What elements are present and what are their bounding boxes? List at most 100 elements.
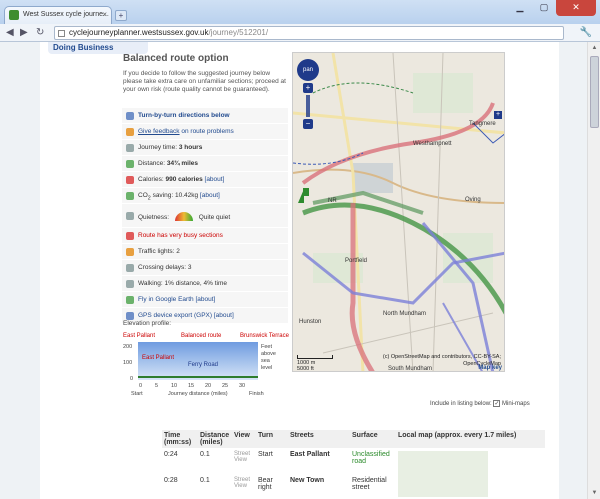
- heart-icon: [126, 176, 134, 184]
- elevation-y-unit: sea: [261, 358, 270, 364]
- crossing-delays-row: Crossing delays: 3: [122, 260, 288, 276]
- turn-by-turn-row[interactable]: Turn-by-turn directions below: [122, 108, 288, 124]
- clock-icon: [126, 144, 134, 152]
- busy-warning: Route has very busy sections: [138, 232, 223, 239]
- quietness-gauge-icon: [174, 212, 193, 221]
- crossing-delays: Crossing delays: 3: [138, 264, 192, 271]
- google-earth-link[interactable]: Fly in Google Earth: [138, 296, 194, 303]
- col-time: Time (mm:ss): [162, 430, 198, 449]
- scroll-up-icon[interactable]: ▲: [588, 42, 600, 54]
- elevation-chart: East Pallant Ferry Road: [138, 342, 258, 380]
- place-tangmere: Tangmere: [469, 121, 496, 127]
- co2-label: CO: [138, 192, 148, 199]
- co2-row: CO2 saving: 10.42kg [about]: [122, 188, 288, 204]
- local-mini-map-cell: [396, 448, 545, 499]
- globe-icon: [126, 296, 134, 304]
- site-favicon-icon: [9, 10, 19, 20]
- row-street: East Pallant: [288, 448, 350, 475]
- col-local-map: Local map (approx. every 1.7 miles): [396, 430, 545, 449]
- route-map[interactable]: pan + − + Westhampnett Tangmere Oving NR…: [292, 52, 505, 372]
- tab-close-icon[interactable]: ×: [102, 10, 107, 19]
- feedback-link[interactable]: Give feedback: [138, 128, 180, 135]
- mini-maps-checkbox[interactable]: ✓: [493, 400, 501, 407]
- place-portfield: Portfield: [345, 258, 368, 264]
- maximize-icon[interactable]: ▢: [532, 0, 556, 16]
- walking-icon: [126, 280, 134, 288]
- co2-icon: [126, 192, 134, 200]
- elevation-x-tick: 20: [205, 383, 212, 389]
- scrollbar-thumb[interactable]: [590, 56, 599, 128]
- journey-time: 3 hours: [178, 144, 203, 151]
- elevation-start: Start: [131, 391, 143, 397]
- map-credit-line1[interactable]: (c) OpenStreetMap and contributors, CC-B…: [383, 354, 501, 360]
- col-surface: Surface: [350, 430, 396, 449]
- map-zoom-in-button[interactable]: +: [303, 83, 313, 93]
- row-turn: Start: [256, 448, 288, 475]
- gps-about-link[interactable]: [about]: [214, 312, 234, 319]
- calories-label: Calories:: [138, 176, 166, 183]
- col-streets: Streets: [288, 430, 350, 449]
- feedback-row: Give feedback on route problems: [122, 124, 288, 140]
- page-icon: [58, 30, 65, 37]
- browser-titlebar: West Sussex cycle journe... × + ▁ ▢ ✕: [0, 0, 600, 24]
- feedback-icon: [126, 128, 134, 136]
- co2-about-link[interactable]: [about]: [200, 192, 220, 199]
- back-icon[interactable]: ◀: [6, 27, 14, 39]
- map-zoom-out-button[interactable]: −: [303, 119, 313, 129]
- google-earth-about-link[interactable]: [about]: [195, 296, 215, 303]
- elevation-finish: Finish: [249, 391, 264, 397]
- calories-row: Calories: 990 calories [about]: [122, 172, 288, 188]
- reload-icon[interactable]: ↻: [36, 27, 44, 39]
- route-title: Balanced route option: [123, 53, 229, 64]
- map-layer-switcher-button[interactable]: +: [494, 111, 502, 119]
- place-hunston: Hunston: [299, 319, 322, 325]
- distance-icon: [126, 160, 134, 168]
- scale-imperial: 5000 ft: [297, 366, 314, 372]
- map-key-link[interactable]: Map key: [478, 365, 502, 371]
- street-view-link[interactable]: Street View: [232, 473, 256, 499]
- street-view-link[interactable]: Street View: [232, 448, 256, 475]
- turn-by-turn-link[interactable]: Turn-by-turn directions below: [138, 112, 230, 119]
- elevation-label: Elevation profile:: [123, 320, 172, 327]
- elevation-x-axis-label: Journey distance (miles): [168, 391, 228, 397]
- minimize-icon[interactable]: ▁: [508, 0, 532, 16]
- elevation-inner-place: East Pallant: [142, 355, 175, 361]
- elevation-route-name: Balanced route: [181, 333, 222, 339]
- elevation-x-tick: 0: [139, 383, 143, 389]
- elevation-y-unit: Feet: [261, 344, 273, 350]
- place-chichester: NR: [328, 198, 337, 204]
- walking-row: Walking: 1% distance, 4% time: [122, 276, 288, 292]
- directions-table: Time (mm:ss) Distance (miles) View Turn …: [162, 430, 545, 499]
- gps-export-link[interactable]: GPS device export (GPX): [138, 312, 212, 319]
- journey-time-row: Journey time: 3 hours: [122, 140, 288, 156]
- elevation-x-tick: 10: [171, 383, 178, 389]
- browser-tab[interactable]: West Sussex cycle journe... ×: [4, 6, 112, 24]
- scale-bar: [297, 355, 333, 359]
- elevation-y-tick: 200: [123, 344, 133, 350]
- wrench-menu-icon[interactable]: 🔧: [580, 27, 592, 38]
- elevation-inner-road: Ferry Road: [188, 362, 219, 368]
- distance-label: Distance:: [138, 160, 167, 167]
- page-scrollbar[interactable]: ▲ ▼: [587, 42, 600, 499]
- elevation-y-tick: 0: [130, 376, 134, 382]
- row-distance: 0.1: [198, 448, 232, 475]
- window-close-icon[interactable]: ✕: [556, 0, 596, 16]
- address-bar[interactable]: cyclejourneyplanner.westsussex.gov.uk/jo…: [54, 26, 564, 40]
- co2-saving: saving: 10.42kg: [150, 192, 199, 199]
- place-westhampnett: Westhampnett: [413, 141, 452, 147]
- local-mini-map[interactable]: [398, 451, 488, 497]
- calories-about-link[interactable]: [about]: [205, 176, 225, 183]
- map-pan-control[interactable]: pan: [297, 59, 319, 81]
- map-canvas: [293, 53, 504, 371]
- map-zoom-slider[interactable]: [306, 95, 310, 117]
- place-north-mundham: North Mundham: [383, 311, 427, 317]
- traffic-lights: Traffic lights: 2: [138, 248, 180, 255]
- forward-icon[interactable]: ▶: [20, 27, 28, 39]
- listing-options: Include in listing below: ✓ Mini-maps: [430, 400, 530, 407]
- new-tab-button[interactable]: +: [115, 10, 127, 21]
- map-controls: pan + −: [297, 59, 319, 129]
- scroll-down-icon[interactable]: ▼: [588, 487, 600, 499]
- row-street: New Town: [288, 473, 350, 499]
- traffic-lights-row: Traffic lights: 2: [122, 244, 288, 260]
- elevation-x-tick: 25: [222, 383, 229, 389]
